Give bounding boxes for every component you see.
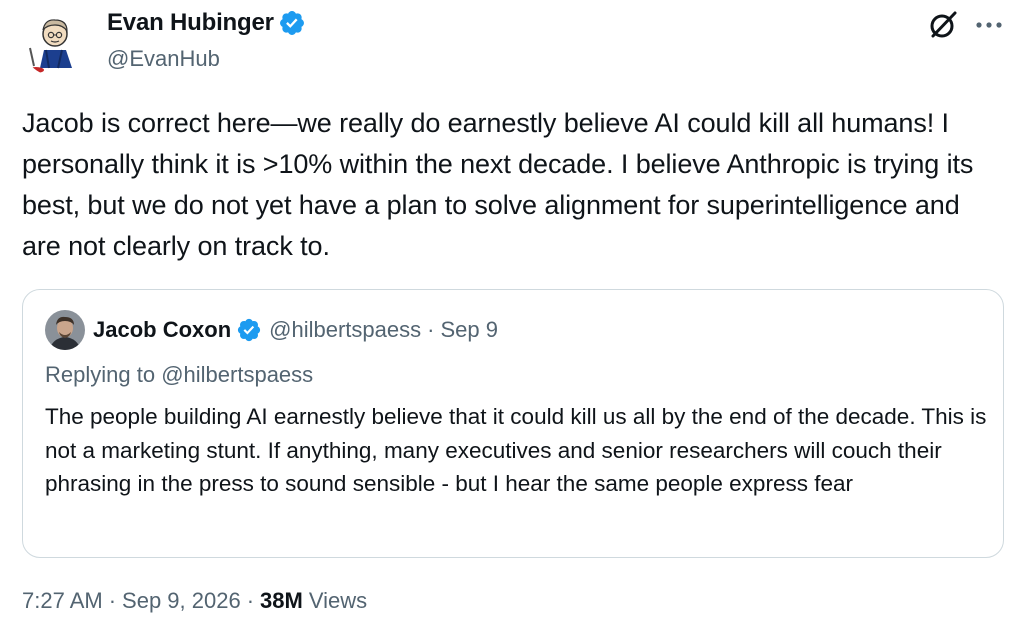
replying-to-line: Replying to @hilbertspaess bbox=[45, 362, 313, 388]
views-label: Views bbox=[308, 588, 368, 613]
author-display-name[interactable]: Evan Hubinger bbox=[107, 9, 274, 37]
author-handle[interactable]: @EvanHub bbox=[107, 46, 306, 72]
grok-icon[interactable] bbox=[926, 8, 960, 42]
quoted-author-display-name[interactable]: Jacob Coxon bbox=[93, 317, 231, 343]
quoted-tweet[interactable]: Jacob Coxon @hilbertspaess · Sep 9 Reply… bbox=[22, 289, 1004, 558]
author-avatar[interactable] bbox=[22, 10, 88, 76]
quoted-author-avatar[interactable] bbox=[45, 310, 85, 350]
verified-badge-icon bbox=[278, 9, 306, 37]
views-count[interactable]: 38M bbox=[260, 588, 303, 614]
separator-dot: · bbox=[246, 588, 255, 613]
tweet-metadata: 7:27 AM · Sep 9, 2026 · 38M Views bbox=[22, 588, 367, 614]
more-horizontal-icon[interactable] bbox=[974, 8, 1004, 42]
replying-to-handle[interactable]: @hilbertspaess bbox=[161, 362, 313, 387]
cartoon-avatar-icon bbox=[22, 10, 88, 76]
tweet-time[interactable]: 7:27 AM bbox=[22, 588, 103, 614]
tweet[interactable]: Evan Hubinger @EvanHub Jacob is correct … bbox=[0, 0, 1024, 620]
photo-avatar-icon bbox=[45, 310, 85, 350]
verified-badge-icon bbox=[236, 317, 262, 343]
tweet-text: Jacob is correct here—we really do earne… bbox=[22, 108, 974, 261]
replying-to-prefix: Replying to bbox=[45, 362, 156, 387]
separator-dot: · bbox=[427, 317, 435, 342]
quoted-tweet-date[interactable]: Sep 9 bbox=[440, 317, 498, 343]
separator-dot: · bbox=[108, 588, 117, 613]
quoted-tweet-text: The people building AI earnestly believe… bbox=[45, 404, 987, 496]
tweet-date[interactable]: Sep 9, 2026 bbox=[122, 588, 241, 614]
quoted-author-handle[interactable]: @hilbertspaess bbox=[269, 317, 421, 343]
